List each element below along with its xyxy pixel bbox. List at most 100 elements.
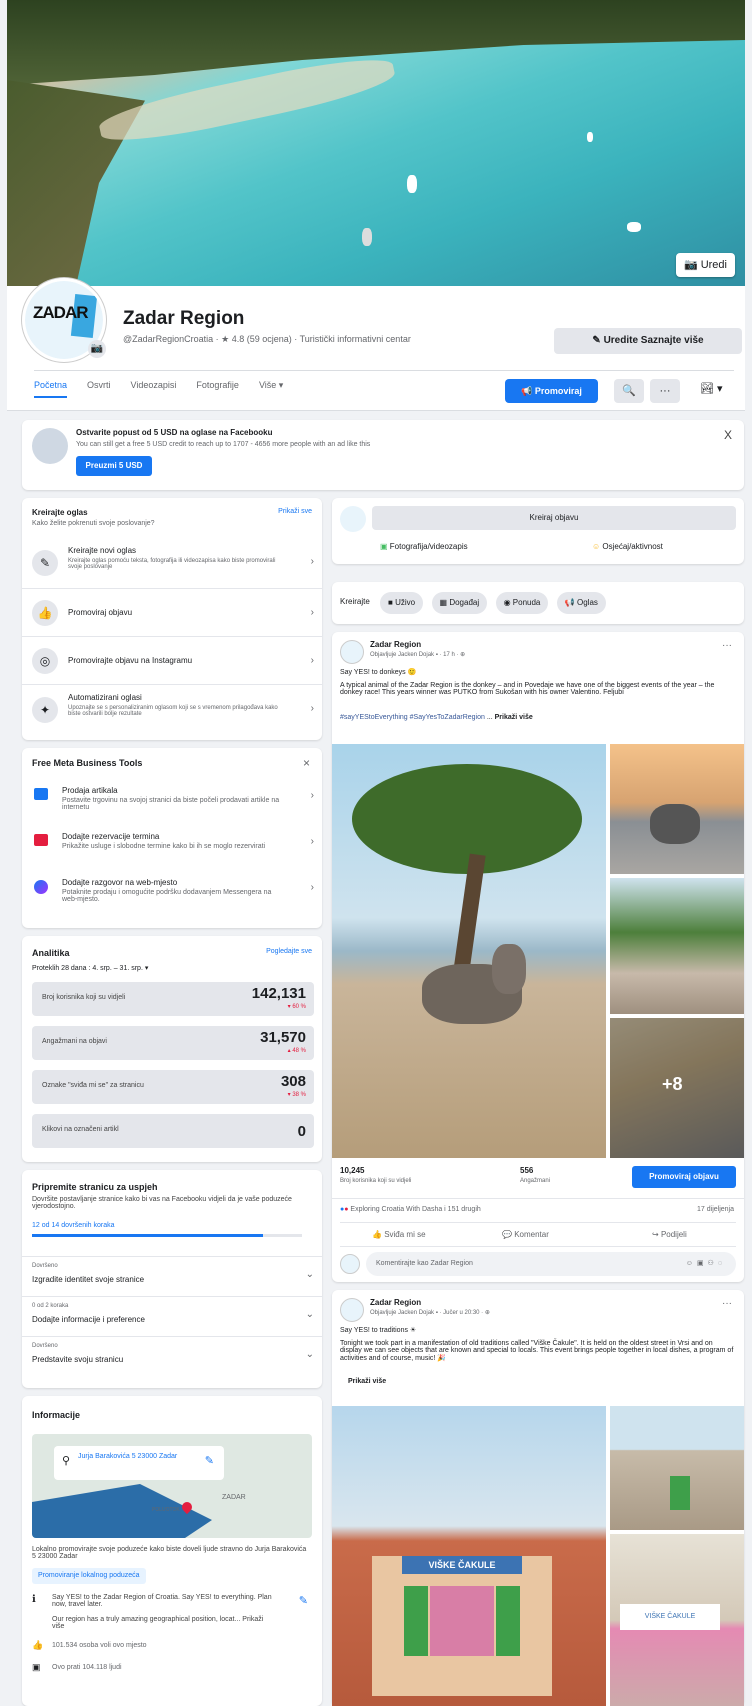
page-avatar-icon xyxy=(340,506,366,532)
step-introduce[interactable]: Dovršeno Predstavite svoju stranicu ⌄ xyxy=(22,1336,322,1376)
profile-switch[interactable]: 🏞 ▾ xyxy=(700,382,723,395)
chevron-right-icon: › xyxy=(310,703,314,714)
create-new-ad-item[interactable]: ✎ Kreirajte novi oglas Kreirajte oglas p… xyxy=(22,538,322,588)
automated-ads-item[interactable]: ✦ Automatizirani oglasi Upoznajte se s p… xyxy=(22,684,322,734)
donkey-photo-4[interactable]: +8 xyxy=(610,1018,744,1158)
promo-illustration-icon xyxy=(32,428,68,464)
chevron-down-icon: ⌄ xyxy=(305,1349,314,1360)
donkey-photo-main[interactable] xyxy=(332,744,606,1158)
create-ad-card: Kreirajte oglas Kako želite pokrenuti sv… xyxy=(22,498,322,740)
calendar-icon xyxy=(34,834,48,846)
green-shutter xyxy=(404,1586,428,1656)
period-selector[interactable]: Proteklih 28 dana : 4. srp. – 31. srp. ▾ xyxy=(32,964,148,972)
thumbs-up-icon: 👍 xyxy=(372,1230,385,1239)
comment-tools-icons[interactable]: ☺▣⚇◌ xyxy=(686,1259,726,1267)
camera-icon[interactable]: 📷 xyxy=(88,340,106,358)
stat-engagement[interactable]: Angažmani na objavi 31,570 ▴ 48 % xyxy=(32,1026,314,1060)
feeling-button[interactable]: ☺ Osjećaj/aktivnost xyxy=(592,542,663,551)
progress-bar xyxy=(32,1234,302,1237)
photo-video-button[interactable]: ▣ Fotografija/videozapis xyxy=(380,542,468,551)
camera-icon: 📷 xyxy=(683,259,698,271)
search-icon: 🔍 xyxy=(622,385,636,397)
event-pill[interactable]: ▦ Događaj xyxy=(431,592,488,614)
appointments-item[interactable]: Dodajte rezervacije termina Prikažite us… xyxy=(22,830,322,872)
step-info[interactable]: 0 od 2 koraka Dodajte informacije i pref… xyxy=(22,1296,322,1336)
chevron-down-icon: ⌄ xyxy=(305,1269,314,1280)
traditions-photo-main[interactable]: VIŠKE ČAKULE xyxy=(332,1406,606,1706)
get-credit-button[interactable]: Preuzmi 5 USD xyxy=(76,456,152,476)
search-button[interactable]: 🔍 xyxy=(614,379,644,403)
close-icon[interactable]: X xyxy=(724,428,732,442)
page-tabs: Početna Osvrti Videozapisi Fotografije V… xyxy=(34,380,283,398)
comment-icon: 💬 xyxy=(502,1230,515,1239)
edit-learn-more-button[interactable]: ✎ Uredite Saznajte više xyxy=(554,328,742,354)
tab-videos[interactable]: Videozapisi xyxy=(131,380,177,398)
divider xyxy=(34,370,734,371)
page-subtitle: @ZadarRegionCroatia · ★ 4.8 (59 ocjena) … xyxy=(123,334,411,344)
more-button[interactable]: ··· xyxy=(650,379,680,403)
more-options-icon[interactable]: ··· xyxy=(722,640,732,651)
traditions-photo-3[interactable]: VIŠKE ČAKULE xyxy=(610,1534,744,1706)
love-reaction-icon: ● xyxy=(344,1206,349,1213)
comment-button[interactable]: 💬 Komentar xyxy=(502,1230,549,1239)
smiley-icon: ☺ xyxy=(592,542,603,551)
see-all-link[interactable]: Prikaži sve xyxy=(278,508,312,515)
page-avatar-icon: 🏞 xyxy=(700,383,714,395)
stat-reach[interactable]: Broj korisnika koji su vidjeli 142,131 ▾… xyxy=(32,982,314,1016)
stat-tagged-clicks[interactable]: Klikovi na označeni artikl 0 xyxy=(32,1114,314,1148)
messenger-icon xyxy=(34,880,48,894)
website-chat-item[interactable]: Dodajte razgovor na web-mjesto Potaknite… xyxy=(22,876,322,918)
shop-icon xyxy=(34,788,48,800)
tab-more[interactable]: Više ▾ xyxy=(259,380,283,398)
tag-icon: ◉ xyxy=(503,598,513,607)
stat-page-likes[interactable]: Oznake "sviđa mi se" za stranicu 308 ▾ 3… xyxy=(32,1070,314,1104)
ad-pill[interactable]: 📢 Oglas xyxy=(556,592,606,614)
share-icon: ↪ xyxy=(652,1230,661,1239)
page-title: Zadar Region xyxy=(123,308,245,329)
boost-post-button[interactable]: Promoviraj objavu xyxy=(632,1166,736,1188)
donkey-photo-3[interactable] xyxy=(610,878,744,1014)
boost-post-item[interactable]: 👍 Promoviraj objavu › xyxy=(22,588,322,636)
share-button[interactable]: ↪ Podijeli xyxy=(652,1230,687,1239)
tree-canopy xyxy=(352,764,582,874)
chevron-right-icon: › xyxy=(310,655,314,666)
promote-button[interactable]: 📢 Promoviraj xyxy=(505,379,598,403)
reactions-summary[interactable]: ●● Exploring Croatia With Dasha i 151 dr… xyxy=(340,1206,481,1213)
map[interactable]: ⚲ Jurja Barakovića 5 23000 Zadar ✎ ZADAR… xyxy=(32,1434,312,1538)
offer-pill[interactable]: ◉ Ponuda xyxy=(495,592,549,614)
close-icon[interactable]: × xyxy=(303,756,310,770)
magic-wand-icon: ✦ xyxy=(32,697,58,723)
pencil-icon[interactable]: ✎ xyxy=(299,1594,308,1607)
boost-instagram-item[interactable]: ◎ Promovirajte objavu na Instagramu › xyxy=(22,636,322,684)
pencil-icon: ✎ xyxy=(592,335,604,346)
donkey-head xyxy=(492,944,526,994)
chevron-right-icon: › xyxy=(310,790,314,801)
megaphone-icon: 📢 xyxy=(521,386,535,396)
live-icon: ■ xyxy=(388,598,396,607)
comment-input[interactable]: Komentirajte kao Zadar Region ☺▣⚇◌ xyxy=(366,1252,736,1276)
post-donkeys: Zadar Region Objavljuje Jacken Dojak ▪ ·… xyxy=(332,632,744,1282)
more-options-icon[interactable]: ··· xyxy=(722,1298,732,1309)
create-post-button[interactable]: Kreiraj objavu xyxy=(372,506,736,530)
ad-credit-banner: Ostvarite popust od 5 USD na oglase na F… xyxy=(22,420,744,490)
edit-icon: ✎ xyxy=(32,550,58,576)
pencil-icon[interactable]: ✎ xyxy=(205,1454,214,1467)
thumbs-up-icon: 👍 xyxy=(32,600,58,626)
like-button[interactable]: 👍 Sviđa mi se xyxy=(372,1230,426,1239)
create-bar: Kreirajte ■ Uživo ▦ Događaj ◉ Ponuda 📢 O… xyxy=(332,582,744,624)
donkey-photo-2[interactable] xyxy=(610,744,744,874)
chevron-right-icon: › xyxy=(310,836,314,847)
green-shutter xyxy=(496,1586,520,1656)
step-identity[interactable]: Dovršeno Izgradite identitet svoje stran… xyxy=(22,1256,322,1296)
more-photos-count: +8 xyxy=(662,1074,683,1094)
tab-photos[interactable]: Fotografije xyxy=(196,380,239,398)
traditions-photo-2[interactable] xyxy=(610,1406,744,1530)
see-all-link[interactable]: Pogledajte sve xyxy=(266,948,312,955)
edit-cover-button[interactable]: 📷 Uredi xyxy=(675,253,735,277)
promote-local-button[interactable]: Promoviranje lokalnog poduzeća xyxy=(32,1568,146,1584)
live-pill[interactable]: ■ Uživo xyxy=(380,592,424,614)
tab-home[interactable]: Početna xyxy=(34,380,68,398)
sell-items-item[interactable]: Prodaja artikala Postavite trgovinu na s… xyxy=(22,784,322,826)
analytics-card: Analitika Pogledajte sve Proteklih 28 da… xyxy=(22,936,322,1162)
tab-reviews[interactable]: Osvrti xyxy=(87,380,111,398)
